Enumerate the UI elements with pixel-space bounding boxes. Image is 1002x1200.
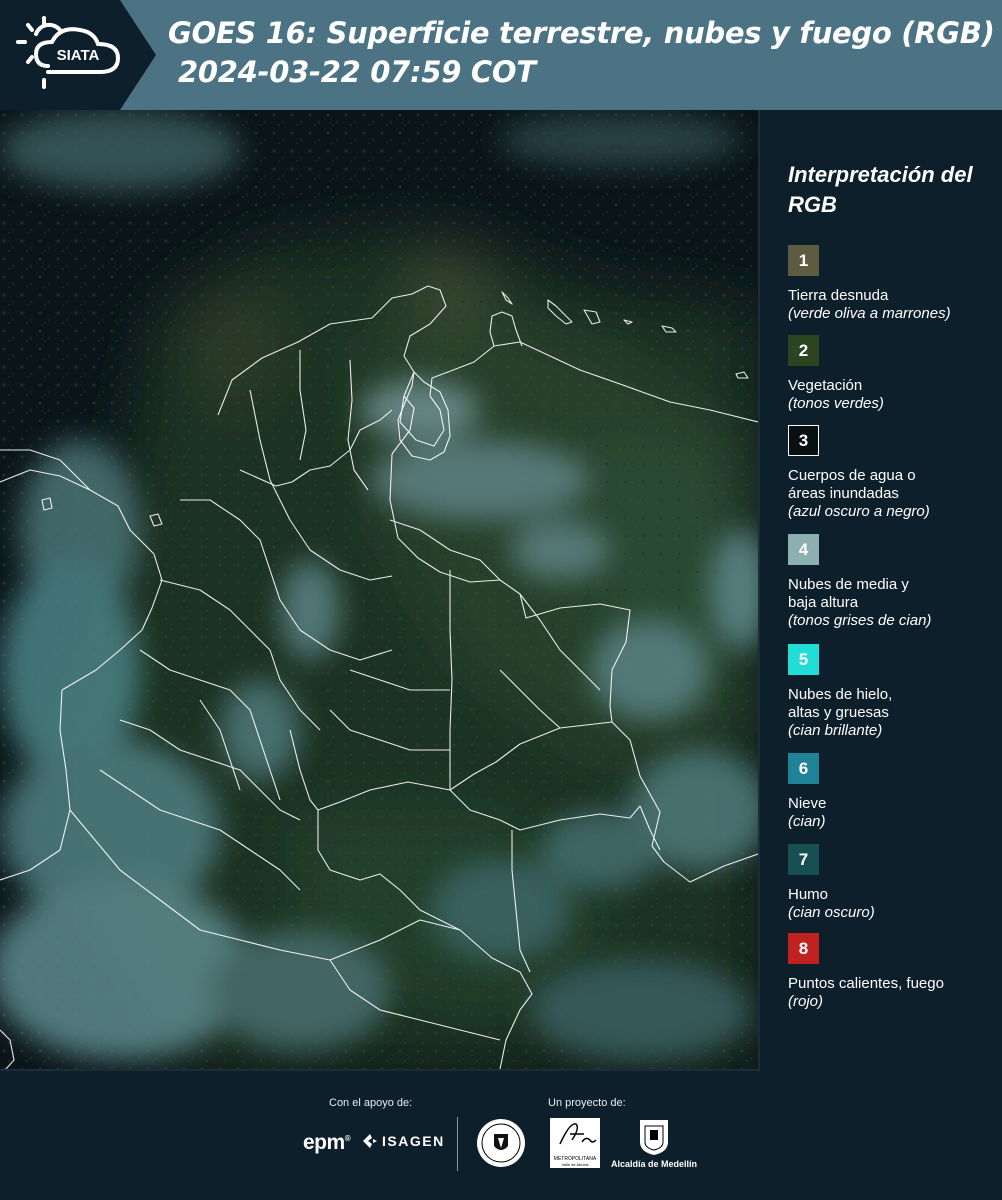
legend-note: (cian) xyxy=(788,813,826,830)
isagen-mark-icon xyxy=(363,1134,377,1148)
legend-number: 1 xyxy=(798,250,809,270)
legend-number: 8 xyxy=(798,938,809,958)
legend-number: 7 xyxy=(798,849,809,869)
legend-number: 4 xyxy=(798,539,809,559)
legend-note: (tonos grises de cian) xyxy=(788,612,932,629)
legend-swatch-1: 1 xyxy=(788,245,819,276)
area-script-icon xyxy=(559,1123,597,1145)
legend-label: Nubes de media y baja altura xyxy=(788,576,909,611)
siata-logo: SIATA xyxy=(16,16,121,89)
legend-swatch-7: 7 xyxy=(788,844,819,875)
satellite-image xyxy=(0,110,758,1069)
legend-number: 3 xyxy=(798,430,809,450)
legend-note: (azul oscuro a negro) xyxy=(788,503,930,520)
legend-number: 6 xyxy=(798,758,809,778)
legend-item-vegetation: 2 Vegetación (tonos verdes) xyxy=(788,335,998,413)
legend: Interpretación del RGB 1 Tierra desnuda … xyxy=(788,160,998,1010)
legend-title: Interpretación del RGB xyxy=(788,162,973,217)
legend-item-snow: 6 Nieve (cian) xyxy=(788,753,998,831)
legend-item-smoke: 7 Humo (cian oscuro) xyxy=(788,844,998,922)
area-metropolitana-logo: METROPOLITANA Valle de Aburrá xyxy=(550,1118,600,1168)
legend-note: (tonos verdes) xyxy=(788,395,884,412)
legend-note: (rojo) xyxy=(788,993,824,1010)
area-logo-subtext: Valle de Aburrá xyxy=(561,1162,589,1167)
legend-item-ice-clouds: 5 Nubes de hielo, altas y gruesas (cian … xyxy=(788,644,998,740)
isagen-logo: ISAGEN xyxy=(362,1133,445,1149)
siata-logo-text: SIATA xyxy=(57,47,100,64)
legend-number: 5 xyxy=(798,649,809,669)
legend-label: Puntos calientes, fuego xyxy=(788,975,944,992)
epm-logo: epm® xyxy=(303,1131,351,1154)
project-label: Un proyecto de: xyxy=(548,1097,626,1109)
legend-swatch-6: 6 xyxy=(788,753,819,784)
legend-note: (verde oliva a marrones) xyxy=(788,305,951,322)
legend-swatch-2: 2 xyxy=(788,335,819,366)
legend-swatch-8: 8 xyxy=(788,933,819,964)
satellite-map xyxy=(0,110,760,1071)
legend-item-water: 3 Cuerpos de agua o áreas inundadas (azu… xyxy=(788,425,998,521)
support-label: Con el apoyo de: xyxy=(329,1097,413,1109)
header: SIATA GOES 16: Superficie terrestre, nub… xyxy=(0,0,1002,110)
alcaldia-shield-icon xyxy=(640,1120,668,1155)
legend-label: Nieve xyxy=(788,795,827,812)
legend-label: Cuerpos de agua o áreas inundadas xyxy=(788,467,916,502)
legend-label: Tierra desnuda xyxy=(788,287,889,304)
footer-divider xyxy=(457,1117,458,1171)
universidad-seal-logo xyxy=(477,1119,525,1167)
legend-label: Vegetación xyxy=(788,377,863,394)
page-subtitle-datetime: 2024-03-22 07:59 COT xyxy=(178,55,536,89)
legend-item-fire: 8 Puntos calientes, fuego (rojo) xyxy=(788,933,998,1011)
legend-label: Humo xyxy=(788,886,829,903)
legend-item-mid-low-clouds: 4 Nubes de media y baja altura (tonos gr… xyxy=(788,534,998,630)
legend-item-bare-soil: 1 Tierra desnuda (verde oliva a marrones… xyxy=(788,245,998,323)
legend-note: (cian brillante) xyxy=(788,722,883,739)
legend-label: Nubes de hielo, altas y gruesas xyxy=(788,686,893,721)
legend-note: (cian oscuro) xyxy=(788,904,875,921)
footer: Con el apoyo de: Un proyecto de: epm® IS… xyxy=(0,1071,1002,1200)
page-title: GOES 16: Superficie terrestre, nubes y f… xyxy=(168,16,995,50)
legend-number: 2 xyxy=(798,340,809,360)
legend-swatch-4: 4 xyxy=(788,534,819,565)
legend-swatch-3: 3 xyxy=(788,425,819,456)
alcaldia-label: Alcaldía de Medellín xyxy=(611,1159,698,1169)
legend-swatch-5: 5 xyxy=(788,644,819,675)
